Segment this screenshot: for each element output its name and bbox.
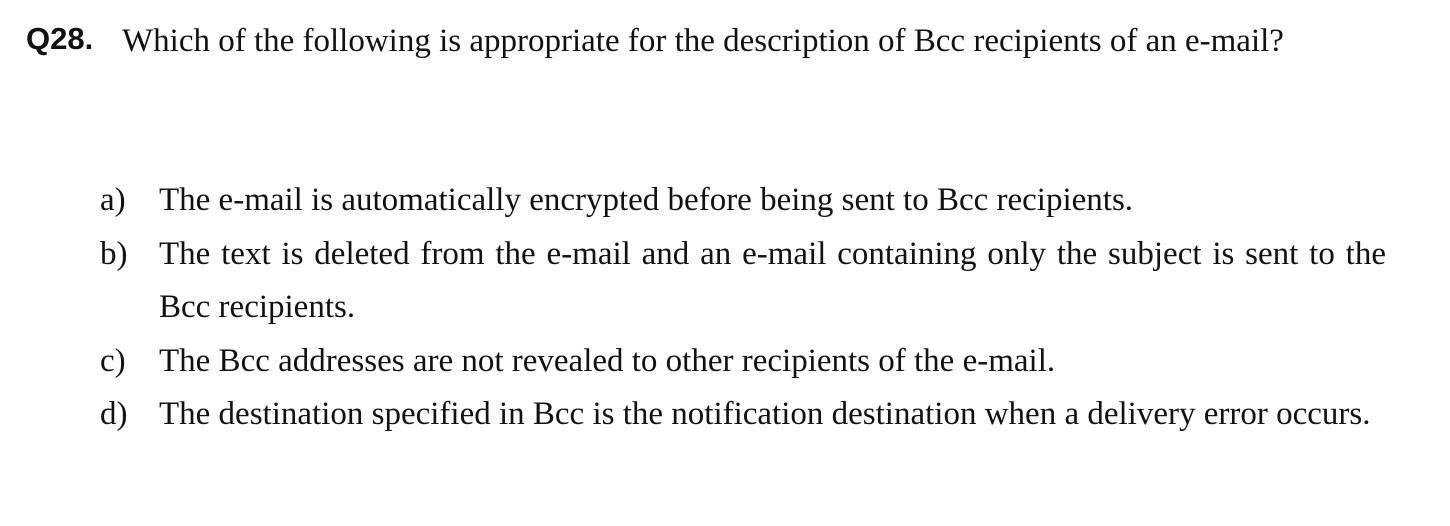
option-label: c) [100,342,126,379]
option-text: The destination specified in Bcc is the … [159,396,1371,432]
answer-options: a) The e-mail is automatically encrypted… [100,174,1386,442]
option-text: The Bcc addresses are not revealed to ot… [159,342,1056,379]
option-a: a) The e-mail is automatically encrypted… [100,174,1386,228]
option-label: a) [100,182,126,218]
question-block: Q28. Which of the following is appropria… [26,14,1386,68]
option-b: b) The text is deleted from the e-mail a… [100,228,1386,335]
option-c: c) The Bcc addresses are not revealed to… [100,335,1386,389]
option-label: d) [100,396,128,432]
question-stem: Q28. Which of the following is appropria… [26,14,1386,68]
option-label: b) [100,235,128,272]
question-text: Which of the following is appropriate fo… [122,23,1284,59]
option-text: The e-mail is automatically encrypted be… [159,182,1134,218]
option-text: The text is deleted from the e-mail and … [159,235,1386,326]
question-number: Q28. [26,21,94,56]
option-d: d) The destination specified in Bcc is t… [100,388,1386,442]
